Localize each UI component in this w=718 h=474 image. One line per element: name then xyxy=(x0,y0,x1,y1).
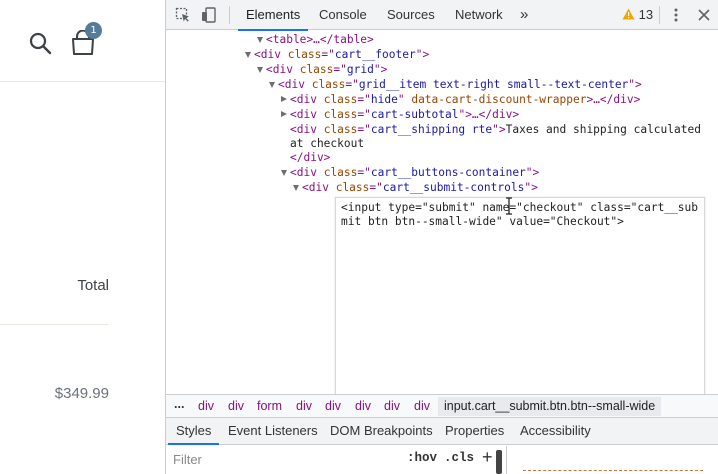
warnings-counter[interactable]: 13 xyxy=(622,7,653,22)
row-divider xyxy=(0,324,108,325)
dom-node-line[interactable]: <div class="grid__item text-right small-… xyxy=(278,78,642,93)
expand-arrow-open-icon[interactable] xyxy=(257,67,263,73)
expand-arrow-open-icon[interactable] xyxy=(245,52,251,58)
breadcrumb-selected[interactable]: input.cart__submit.btn.btn--small-wide xyxy=(438,397,662,416)
header-divider xyxy=(0,81,165,82)
warnings-count: 13 xyxy=(638,7,654,22)
device-toggle-icon[interactable] xyxy=(201,7,217,23)
cls-toggle[interactable]: .cls xyxy=(444,451,474,465)
sidebar-tabs: Styles Event Listeners DOM Breakpoints P… xyxy=(166,418,718,445)
dom-node-line[interactable]: <div class="cart-subtotal">…</div> xyxy=(290,108,519,123)
computed-box-model-pane xyxy=(506,446,718,474)
toolbar-separator xyxy=(659,6,660,24)
tab-event-listeners[interactable]: Event Listeners xyxy=(228,418,318,444)
tab-dom-breakpoints[interactable]: DOM Breakpoints xyxy=(330,418,433,444)
expand-arrow-closed-icon[interactable] xyxy=(281,96,287,102)
tab-sources[interactable]: Sources xyxy=(387,0,435,30)
toolbar-separator xyxy=(229,6,230,24)
dom-node-line[interactable]: <table>…</table> xyxy=(266,33,374,48)
text-cursor-icon xyxy=(506,197,512,215)
dom-node-line[interactable]: <div class="cart__shipping rte">Taxes an… xyxy=(290,123,701,138)
more-tabs-button[interactable]: » xyxy=(520,0,528,30)
expand-arrow-open-icon[interactable] xyxy=(257,37,263,43)
devtools-toolbar: Elements Console Sources Network » 13 xyxy=(166,0,718,31)
warning-icon xyxy=(622,8,635,20)
tab-console[interactable]: Console xyxy=(319,0,367,30)
dom-node-line[interactable]: <div class="cart__buttons-container"> xyxy=(290,166,539,181)
tab-accessibility[interactable]: Accessibility xyxy=(520,418,591,444)
total-label: Total xyxy=(77,277,109,294)
tab-styles[interactable]: Styles xyxy=(167,418,220,445)
dom-node-line[interactable]: at checkout xyxy=(290,137,364,152)
breadcrumb-item[interactable]: div xyxy=(325,399,341,413)
dom-node-line[interactable]: <div class="cart__footer"> xyxy=(254,48,429,63)
breadcrumb-more[interactable]: ... xyxy=(174,397,184,411)
dom-node-line[interactable]: <div class="grid"> xyxy=(266,63,387,78)
edit-as-html-text[interactable]: <input type="submit" name="checkout" cla… xyxy=(341,201,701,228)
breadcrumb-item[interactable]: form xyxy=(257,399,282,413)
styles-filter-bar: :hov .cls + xyxy=(166,446,506,474)
breadcrumb-item[interactable]: div xyxy=(198,399,214,413)
kebab-menu-icon[interactable] xyxy=(668,7,684,23)
tab-network[interactable]: Network xyxy=(455,0,503,30)
dom-node-line[interactable]: <div class="hide" data-cart-discount-wra… xyxy=(290,93,640,108)
edit-as-html-box[interactable]: <input type="submit" name="checkout" cla… xyxy=(335,197,705,395)
inspect-icon[interactable] xyxy=(175,7,191,23)
tab-properties[interactable]: Properties xyxy=(445,418,504,444)
pane-resize-handle[interactable] xyxy=(496,450,502,474)
styles-filter-input[interactable] xyxy=(166,448,398,470)
close-icon[interactable] xyxy=(696,7,712,23)
expand-arrow-open-icon[interactable] xyxy=(269,82,275,88)
breadcrumb-item[interactable]: div xyxy=(228,399,244,413)
hov-toggle[interactable]: :hov xyxy=(407,451,437,465)
devtools-panel: Elements Console Sources Network » 13 <t… xyxy=(165,0,718,474)
search-icon[interactable] xyxy=(28,31,52,55)
tab-elements[interactable]: Elements xyxy=(237,0,309,31)
box-model-margin-outline xyxy=(523,470,703,471)
expand-arrow-closed-icon[interactable] xyxy=(281,111,287,117)
expand-arrow-open-icon[interactable] xyxy=(293,185,299,191)
price-value: $349.99 xyxy=(54,385,109,402)
breadcrumb-item[interactable]: div xyxy=(296,399,312,413)
storefront-panel: 1 Total $349.99 xyxy=(0,0,165,474)
expand-arrow-open-icon[interactable] xyxy=(281,170,287,176)
dom-node-line[interactable]: </div> xyxy=(290,151,330,166)
new-style-rule-button[interactable]: + xyxy=(482,447,493,468)
breadcrumb: ... div div form div div div div div inp… xyxy=(166,394,718,418)
cart-count-badge: 1 xyxy=(85,22,102,39)
breadcrumb-item[interactable]: div xyxy=(384,399,400,413)
breadcrumb-item[interactable]: div xyxy=(355,399,371,413)
dom-node-line[interactable]: <div class="cart__submit-controls"> xyxy=(302,181,538,196)
breadcrumb-item[interactable]: div xyxy=(414,399,430,413)
